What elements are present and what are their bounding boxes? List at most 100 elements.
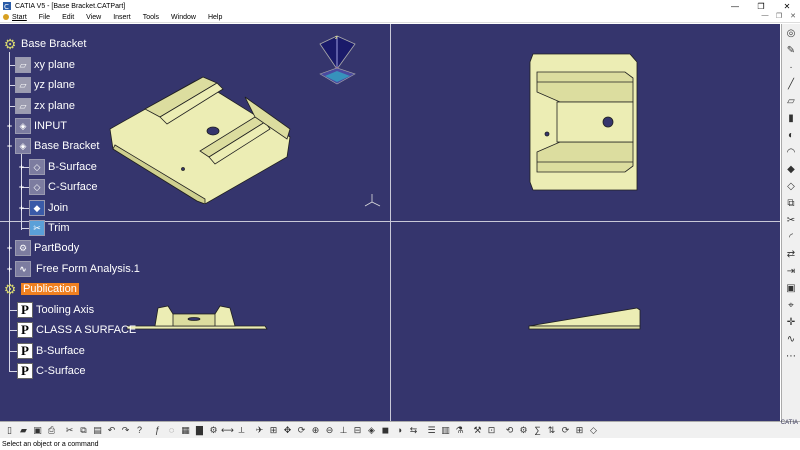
point-icon[interactable]: · <box>784 60 799 75</box>
knowledge-icon[interactable]: ⚙ <box>517 424 530 437</box>
paste-icon[interactable]: ▤ <box>91 424 104 437</box>
sync-icon[interactable]: ⟲ <box>503 424 516 437</box>
collapse-base-bracket-icon[interactable]: − <box>5 142 14 151</box>
law-icon[interactable]: ∿ <box>784 332 799 347</box>
layer-icon[interactable]: ☰ <box>425 424 438 437</box>
expand-b-surface-icon[interactable]: + <box>17 163 26 172</box>
hide-show-icon[interactable]: ◑ <box>393 424 406 437</box>
doc-close-button[interactable]: ✕ <box>786 12 800 23</box>
loft-icon[interactable]: ◇ <box>784 179 799 194</box>
expand-join-icon[interactable]: + <box>17 204 26 213</box>
part-top-view[interactable] <box>525 52 640 192</box>
display-icon[interactable]: ▥ <box>439 424 452 437</box>
tree-item-b-surface[interactable]: ◇ B-Surface <box>29 157 97 177</box>
menu-start[interactable]: Start <box>0 12 33 22</box>
rotate-icon[interactable]: ⟳ <box>295 424 308 437</box>
menu-help[interactable]: Help <box>202 12 228 22</box>
tree-item-zx-plane[interactable]: ▱ zx plane <box>15 96 75 116</box>
tree-root[interactable]: ⚙ Base Bracket <box>2 34 87 54</box>
formula-icon[interactable]: ƒ <box>151 424 164 437</box>
fill-icon[interactable]: ◆ <box>784 162 799 177</box>
tree-item-partbody[interactable]: ⚙ PartBody <box>15 238 79 258</box>
tree-item-base-bracket-set[interactable]: ◈ Base Bracket <box>15 136 99 156</box>
tree-item-class-a-surface[interactable]: P CLASS A SURFACE <box>17 320 136 340</box>
redo-icon[interactable]: ↷ <box>119 424 132 437</box>
close-button[interactable]: ✕ <box>774 0 800 12</box>
tree-item-join[interactable]: ◆ Join <box>29 198 68 218</box>
save-icon[interactable]: ▣ <box>31 424 44 437</box>
menu-view[interactable]: View <box>80 12 107 22</box>
tree-item-input[interactable]: ◈ INPUT <box>15 116 67 136</box>
properties-icon[interactable]: ⚙ <box>207 424 220 437</box>
cube-icon[interactable]: ▣ <box>784 281 799 296</box>
compass-widget[interactable]: z <box>315 34 360 89</box>
grid-icon[interactable]: ⊞ <box>573 424 586 437</box>
measure-item-icon[interactable]: ⟂ <box>235 424 248 437</box>
plane-tool-icon[interactable]: ▱ <box>784 94 799 109</box>
expand-partbody-icon[interactable]: + <box>5 244 14 253</box>
revolve-icon[interactable]: ◐ <box>784 128 799 143</box>
split-icon[interactable]: ✂ <box>784 213 799 228</box>
tree-item-pub-c-surface[interactable]: P C-Surface <box>17 361 86 381</box>
copy-icon[interactable]: ⧉ <box>77 424 90 437</box>
normal-view-icon[interactable]: ⊥ <box>337 424 350 437</box>
open-icon[interactable]: ▰ <box>17 424 30 437</box>
tree-item-pub-b-surface[interactable]: P B-Surface <box>17 341 85 361</box>
3d-viewport[interactable]: z ⚙ Base Bracket ▱ xy plane ▱ yz plane ▱… <box>0 24 780 421</box>
menu-edit[interactable]: Edit <box>56 12 80 22</box>
sort-icon[interactable]: ⇅ <box>545 424 558 437</box>
update-icon[interactable]: ⟳ <box>559 424 572 437</box>
comment-icon[interactable]: ◌ <box>165 424 178 437</box>
tree-item-c-surface[interactable]: ◇ C-Surface <box>29 177 98 197</box>
undo-icon[interactable]: ↶ <box>105 424 118 437</box>
multi-view-icon[interactable]: ⊟ <box>351 424 364 437</box>
iso-view-icon[interactable]: ◈ <box>365 424 378 437</box>
expand-input-icon[interactable]: + <box>5 122 14 131</box>
zoom-in-icon[interactable]: ⊕ <box>309 424 322 437</box>
tree-item-publication[interactable]: ⚙ Publication <box>2 279 79 299</box>
tag-icon[interactable]: ◇ <box>587 424 600 437</box>
workbench-icon[interactable]: ◎ <box>784 26 799 41</box>
analysis-tool-icon[interactable]: ⌖ <box>784 298 799 313</box>
menu-file[interactable]: File <box>33 12 56 22</box>
tree-item-xy-plane[interactable]: ▱ xy plane <box>15 55 75 75</box>
menu-insert[interactable]: Insert <box>107 12 137 22</box>
fillet-icon[interactable]: ◜ <box>784 230 799 245</box>
axis-icon[interactable]: ✛ <box>784 315 799 330</box>
whats-this-icon[interactable]: ? <box>133 424 146 437</box>
translate-icon[interactable]: ⇄ <box>784 247 799 262</box>
expand-c-surface-icon[interactable]: + <box>17 183 26 192</box>
minimize-button[interactable]: — <box>722 0 748 12</box>
part-side-view[interactable] <box>527 302 642 332</box>
print-icon[interactable]: ⎙ <box>45 424 58 437</box>
line-icon[interactable]: ╱ <box>784 77 799 92</box>
join-tool-icon[interactable]: ⧉ <box>784 196 799 211</box>
sketch-icon[interactable]: ✎ <box>784 43 799 58</box>
tools-icon[interactable]: ⚒ <box>471 424 484 437</box>
measure-icon[interactable]: ⟷ <box>221 424 234 437</box>
restore-button[interactable]: ❐ <box>748 0 774 12</box>
extrapolate-icon[interactable]: ⇥ <box>784 264 799 279</box>
menu-window[interactable]: Window <box>165 12 202 22</box>
analysis-icon[interactable]: ⚗ <box>453 424 466 437</box>
menu-tools[interactable]: Tools <box>137 12 165 22</box>
tree-item-yz-plane[interactable]: ▱ yz plane <box>15 75 75 95</box>
doc-minimize-button[interactable]: — <box>758 12 772 23</box>
shading-icon[interactable]: ◼ <box>379 424 392 437</box>
more-tools-icon[interactable]: ⋯ <box>784 349 799 364</box>
tree-item-trim[interactable]: ✂ Trim <box>29 218 70 238</box>
new-icon[interactable]: ▯ <box>3 424 16 437</box>
tree-item-tooling-axis[interactable]: P Tooling Axis <box>17 300 94 320</box>
expand-free-form-analysis-icon[interactable]: + <box>5 265 14 274</box>
fly-mode-icon[interactable]: ✈ <box>253 424 266 437</box>
snap-icon[interactable]: ⊡ <box>485 424 498 437</box>
color-icon[interactable]: ▇ <box>193 424 206 437</box>
extrude-icon[interactable]: ▮ <box>784 111 799 126</box>
doc-restore-button[interactable]: ❐ <box>772 12 786 23</box>
tree-item-free-form-analysis[interactable]: ∿ Free Form Analysis.1 <box>15 259 140 279</box>
catalog-icon[interactable]: ▦ <box>179 424 192 437</box>
zoom-out-icon[interactable]: ⊖ <box>323 424 336 437</box>
swap-visible-icon[interactable]: ⇆ <box>407 424 420 437</box>
parameters-icon[interactable]: ∑ <box>531 424 544 437</box>
pan-icon[interactable]: ✥ <box>281 424 294 437</box>
